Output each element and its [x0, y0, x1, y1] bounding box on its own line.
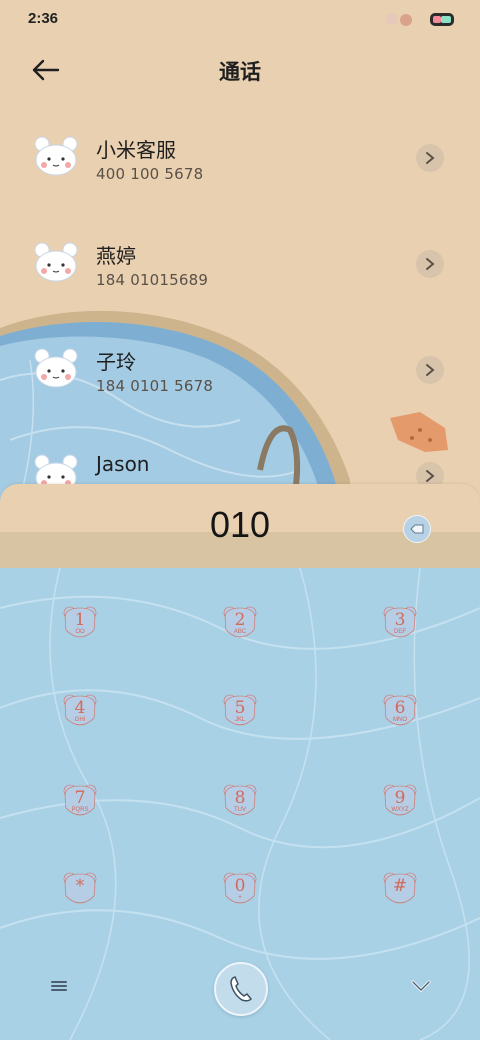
chevron-down-icon: [411, 980, 431, 993]
contact-row[interactable]: 子玲 184 0101 5678: [0, 316, 480, 422]
key-digit: 2: [234, 610, 246, 630]
contact-name: Jason: [96, 452, 150, 476]
dial-key[interactable]: 6 MNO: [382, 692, 422, 732]
dial-input-bar: 010: [0, 484, 480, 568]
key-digit: 1: [74, 610, 86, 630]
phone-icon: [230, 976, 253, 1002]
dial-key[interactable]: 4 GHI: [62, 692, 102, 732]
bear-avatar-icon: [34, 136, 78, 176]
header: 通话: [0, 44, 480, 96]
keypad: 1 OO 2 ABC 3 DEF 4 GHI 5 JKL 6 MNO 7 PQRS 8 TUV 9 WXYZ * 0 +…: [0, 568, 480, 1040]
key-digit: 5: [234, 698, 246, 718]
contact-detail-button[interactable]: [416, 144, 444, 172]
hamburger-menu-icon: [51, 981, 67, 991]
contact-name: 小米客服: [96, 138, 176, 162]
key-digit: 4: [74, 698, 86, 718]
bear-avatar-icon: [34, 242, 78, 282]
chevron-right-icon: [426, 152, 435, 164]
key-letters: DEF: [394, 629, 406, 635]
dial-key[interactable]: 7 PQRS: [62, 782, 102, 822]
key-digit: 7: [74, 788, 86, 808]
key-digit: 8: [234, 788, 246, 808]
dial-key[interactable]: 8 TUV: [222, 782, 262, 822]
contact-number: 184 01015689: [96, 271, 209, 289]
key-letters: MNO: [393, 717, 407, 723]
chevron-right-icon: [426, 258, 435, 270]
key-digit: 6: [394, 698, 406, 718]
status-bar: 2:36: [0, 0, 480, 40]
key-digit: *: [75, 876, 85, 896]
dial-key[interactable]: 2 ABC: [222, 604, 262, 644]
contact-number: 400 100 5678: [96, 165, 204, 183]
contact-row[interactable]: 小米客服 400 100 5678: [0, 104, 480, 210]
key-digit: 3: [394, 610, 406, 630]
contact-detail-button[interactable]: [416, 356, 444, 384]
chevron-right-icon: [426, 364, 435, 376]
contact-number: 184 0101 5678: [96, 377, 214, 395]
dial-key[interactable]: 9 WXYZ: [382, 782, 422, 822]
key-letters: GHI: [74, 717, 86, 723]
dial-key[interactable]: 1 OO: [62, 604, 102, 644]
dial-key[interactable]: *: [62, 870, 102, 910]
key-digit: #: [392, 876, 408, 896]
key-letters: WXYZ: [391, 807, 409, 813]
key-letters: TUV: [234, 807, 246, 813]
dial-key[interactable]: #: [382, 870, 422, 910]
backspace-icon: [410, 524, 424, 534]
battery-icon: [386, 13, 454, 26]
dialer-bottom-bar: [0, 950, 480, 1030]
bear-avatar-icon: [34, 348, 78, 388]
chevron-right-icon: [426, 470, 435, 482]
key-digit: 0: [234, 876, 246, 896]
dial-key[interactable]: 5 JKL: [222, 692, 262, 732]
key-letters: PQRS: [71, 807, 89, 813]
dial-key[interactable]: 0 +: [222, 870, 262, 910]
contacts-background: 2:36 通话 小米客服 400 100 5678 燕婷 184 0101568…: [0, 0, 480, 560]
key-letters: JKL: [234, 717, 246, 723]
key-letters: OO: [75, 629, 85, 635]
key-digit: 9: [394, 788, 406, 808]
contact-row[interactable]: 燕婷 184 01015689: [0, 210, 480, 316]
menu-button[interactable]: [48, 976, 70, 996]
key-letters: +: [238, 895, 242, 901]
key-letters: ABC: [233, 629, 247, 635]
dial-key[interactable]: 3 DEF: [382, 604, 422, 644]
contact-detail-button[interactable]: [416, 250, 444, 278]
status-time: 2:36: [28, 10, 59, 27]
call-button[interactable]: [214, 962, 268, 1016]
contact-name: 子玲: [96, 350, 136, 374]
page-title: 通话: [219, 60, 261, 84]
contact-name: 燕婷: [96, 244, 136, 268]
collapse-keypad-button[interactable]: [408, 974, 434, 998]
backspace-button[interactable]: [403, 515, 431, 543]
